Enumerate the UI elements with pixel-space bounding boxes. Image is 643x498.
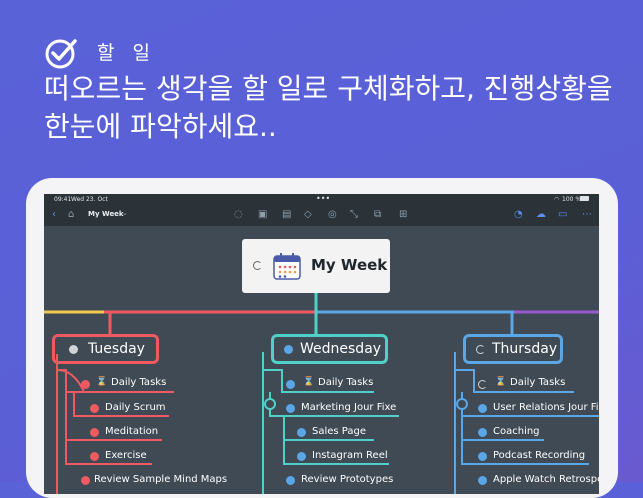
- section-label: 할 일: [97, 42, 156, 64]
- calendar-icon: [273, 253, 301, 280]
- topic-wednesday[interactable]: Wednesday: [271, 334, 388, 364]
- root-title: My Week: [311, 256, 388, 274]
- task-item[interactable]: Podcast Recording: [493, 450, 585, 461]
- checkmark-circle-icon: [45, 39, 77, 69]
- task-check-icon[interactable]: [81, 476, 90, 485]
- progress-icon[interactable]: [476, 345, 485, 354]
- task-check-icon[interactable]: [69, 345, 78, 354]
- topic-label: Wednesday: [300, 341, 382, 357]
- task-check-icon[interactable]: [286, 380, 295, 389]
- task-check-icon[interactable]: [478, 404, 487, 413]
- task-item[interactable]: User Relations Jour Fixe: [493, 402, 599, 413]
- task-check-icon[interactable]: [297, 452, 306, 461]
- progress-icon[interactable]: [478, 380, 487, 389]
- topic-thursday[interactable]: Thursday: [463, 334, 563, 364]
- task-item[interactable]: Meditation: [105, 426, 158, 437]
- task-check-icon[interactable]: [297, 428, 306, 437]
- task-check-icon[interactable]: [478, 428, 487, 437]
- task-item[interactable]: Review Sample Mind Maps: [94, 474, 227, 485]
- hourglass-icon: ⌛: [96, 377, 108, 387]
- hourglass-icon: ⌛: [303, 377, 315, 387]
- root-node[interactable]: My Week: [242, 239, 390, 293]
- wednesday-collapse-toggle[interactable]: [264, 398, 276, 410]
- task-item[interactable]: Apple Watch Retrospective: [493, 474, 599, 485]
- task-check-icon[interactable]: [478, 476, 487, 485]
- task-check-icon[interactable]: [284, 345, 293, 354]
- task-item[interactable]: Instagram Reel: [312, 450, 388, 461]
- task-item[interactable]: Exercise: [105, 450, 147, 461]
- topic-label: Thursday: [492, 341, 558, 357]
- task-item[interactable]: Daily Tasks: [111, 377, 166, 388]
- task-item[interactable]: Sales Page: [312, 426, 366, 437]
- task-check-icon[interactable]: [286, 404, 295, 413]
- app-screen: 09:41 Wed 23. Oct ••• ◠ 100 % ‹ ⌂ My Wee…: [44, 194, 599, 494]
- task-item[interactable]: Review Prototypes: [301, 474, 393, 485]
- thursday-collapse-toggle[interactable]: [456, 398, 468, 410]
- task-check-icon[interactable]: [90, 404, 99, 413]
- task-item[interactable]: Daily Tasks: [318, 377, 373, 388]
- task-check-icon[interactable]: [90, 428, 99, 437]
- task-check-icon[interactable]: [478, 452, 487, 461]
- task-item[interactable]: Daily Tasks: [510, 377, 565, 388]
- task-item[interactable]: Marketing Jour Fixe: [301, 402, 396, 413]
- task-check-icon[interactable]: [90, 452, 99, 461]
- topic-label: Tuesday: [88, 341, 145, 357]
- hourglass-icon: ⌛: [495, 377, 507, 387]
- promo-headline: 떠오르는 생각을 할 일로 구체화하고, 진행상황을 한눈에 파악하세요..: [44, 72, 613, 143]
- progress-icon: [253, 261, 262, 270]
- topic-tuesday[interactable]: Tuesday: [52, 334, 159, 364]
- task-item[interactable]: Daily Scrum: [105, 402, 166, 413]
- task-check-icon[interactable]: [286, 476, 295, 485]
- tuesday-line-1b: [56, 369, 85, 393]
- task-item[interactable]: Coaching: [493, 426, 540, 437]
- task-check-icon[interactable]: [81, 380, 90, 389]
